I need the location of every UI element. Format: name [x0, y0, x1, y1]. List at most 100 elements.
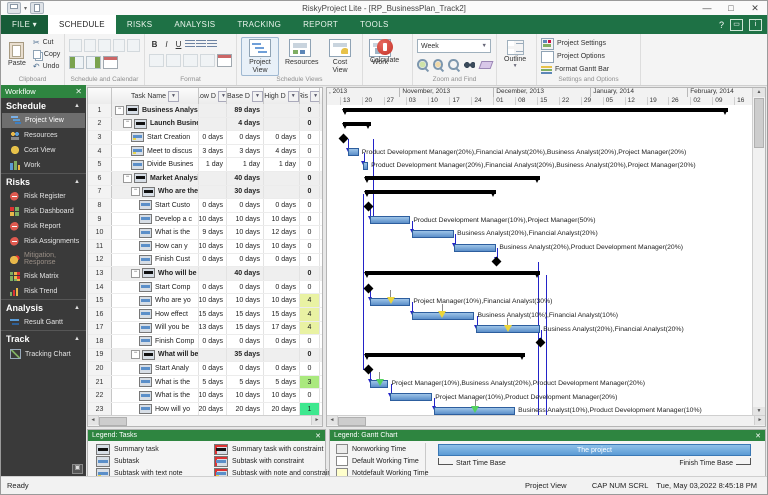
format-gantt-bar-button[interactable]: Format Gantt Bar: [541, 64, 636, 75]
task-name-cell[interactable]: Develop a c: [112, 213, 199, 226]
table-row-16[interactable]: 16How effect15 days15 days15 days4: [88, 308, 322, 322]
calendar-icon[interactable]: [103, 56, 118, 69]
column-header-task-name[interactable]: Task Name▼: [112, 88, 199, 104]
font-color-icon[interactable]: [166, 54, 181, 67]
task-name-cell[interactable]: Start Analy: [112, 362, 199, 375]
indent-task-icon[interactable]: [84, 39, 97, 52]
project-options-button[interactable]: Project Options: [541, 51, 636, 62]
minimize-button[interactable]: —: [695, 1, 719, 15]
task-name-cell[interactable]: Who are yo: [112, 294, 199, 307]
milestone-diamond[interactable]: [363, 365, 373, 375]
filter-caret-icon[interactable]: ▼: [252, 91, 263, 102]
timescale-select[interactable]: Week▼: [417, 39, 491, 53]
column-right-icon[interactable]: [200, 54, 215, 67]
table-row-10[interactable]: 10What is the9 days10 days12 days0: [88, 226, 322, 240]
task-bar[interactable]: [412, 230, 454, 238]
column-header-high-d[interactable]: High D▼: [264, 88, 300, 104]
sidebar-item-work[interactable]: Work: [1, 158, 86, 173]
task-name-cell[interactable]: Will you be: [112, 322, 199, 335]
sidebar-section-header-risks[interactable]: Risks▲: [1, 174, 86, 189]
italic-button[interactable]: I: [161, 39, 172, 50]
table-row-13[interactable]: 13−Who will be y40 days0: [88, 267, 322, 281]
fill-color-icon[interactable]: [149, 54, 164, 67]
sidebar-item-tracking-chart[interactable]: Tracking Chart: [1, 346, 86, 362]
filter-caret-icon[interactable]: ▼: [288, 91, 299, 102]
move-right-icon[interactable]: [86, 56, 101, 69]
align-right-icon[interactable]: [207, 40, 217, 49]
gantt-horizontal-scrollbar[interactable]: ◄ ►: [327, 415, 765, 426]
find-icon[interactable]: [464, 61, 475, 69]
sidebar-item-risk-matrix[interactable]: Risk Matrix: [1, 269, 86, 284]
scroll-right-icon[interactable]: ►: [311, 416, 322, 425]
sidebar-item-risk-report[interactable]: Risk Report: [1, 219, 86, 234]
column-header-base-d[interactable]: Base D▼: [227, 88, 264, 104]
task-name-cell[interactable]: Start Comp: [112, 281, 199, 294]
expand-collapse-icon[interactable]: −: [123, 174, 132, 183]
zoom-in-icon[interactable]: [417, 59, 428, 70]
scroll-up-icon[interactable]: ▲: [753, 88, 765, 97]
sidebar-item-risk-dashboard[interactable]: Risk Dashboard: [1, 204, 86, 219]
monitor-icon[interactable]: ▭: [730, 19, 743, 31]
table-row-2[interactable]: 2−Launch Busines4 days0: [88, 118, 322, 132]
help-button[interactable]: ?: [719, 20, 724, 30]
table-row-11[interactable]: 11How can y10 days10 days10 days0: [88, 240, 322, 254]
task-name-cell[interactable]: How will yo: [112, 403, 199, 416]
summary-bar[interactable]: [365, 176, 540, 180]
copy-button[interactable]: Copy: [33, 49, 60, 60]
milestone-diamond[interactable]: [491, 256, 501, 266]
expand-collapse-icon[interactable]: −: [131, 269, 140, 278]
table-row-21[interactable]: 21What is the5 days5 days5 days3: [88, 376, 322, 390]
task-bar[interactable]: [390, 393, 432, 401]
close-button[interactable]: ✕: [743, 1, 767, 15]
task-name-cell[interactable]: Divide Busines: [112, 158, 199, 171]
summary-bar[interactable]: [365, 271, 540, 275]
sidebar-item-result-gantt[interactable]: Result Gantt: [1, 315, 86, 330]
scroll-right-icon[interactable]: ►: [754, 416, 765, 425]
task-name-cell[interactable]: −Who will be y: [112, 267, 199, 280]
task-bar[interactable]: [454, 244, 496, 252]
sidebar-item-project-view[interactable]: Project View: [2, 113, 85, 128]
sidebar-item-mitigation-response[interactable]: Mitigation, Response: [1, 249, 86, 269]
table-row-1[interactable]: 1−Business Analysis89 days0: [88, 104, 322, 118]
column-header-row-number[interactable]: [88, 88, 112, 104]
table-row-5[interactable]: 5Divide Busines1 day1 day1 day0: [88, 158, 322, 172]
expand-collapse-icon[interactable]: −: [131, 187, 140, 196]
zoom-icon[interactable]: [448, 59, 459, 70]
collapse-caret-icon[interactable]: ▲: [74, 305, 80, 311]
outdent-task-icon[interactable]: [69, 39, 82, 52]
undo-button[interactable]: ↶Undo: [33, 61, 60, 72]
table-row-4[interactable]: 4Meet to discus3 days3 days4 days0: [88, 145, 322, 159]
task-name-cell[interactable]: −Business Analysis: [112, 104, 199, 117]
scroll-left-icon[interactable]: ◄: [88, 416, 99, 425]
sidebar-section-header-analysis[interactable]: Analysis▲: [1, 300, 86, 315]
task-name-cell[interactable]: What is the: [112, 389, 199, 402]
summary-bar[interactable]: [365, 190, 496, 194]
tab-tools[interactable]: TOOLS: [349, 15, 399, 34]
align-left-icon[interactable]: [185, 40, 195, 49]
gantt-chart-area[interactable]: Product Development Manager(20%),Financi…: [327, 105, 753, 416]
task-name-cell[interactable]: Start Custo: [112, 199, 199, 212]
task-name-cell[interactable]: Finish Cust: [112, 254, 199, 267]
resources-button[interactable]: Resources: [281, 37, 319, 69]
collapse-caret-icon[interactable]: ▲: [74, 179, 80, 185]
task-name-cell[interactable]: What is the: [112, 376, 199, 389]
filter-caret-icon[interactable]: ▼: [168, 91, 179, 102]
task-name-cell[interactable]: Start Creation: [112, 131, 199, 144]
project-settings-button[interactable]: Project Settings: [541, 38, 636, 49]
task-bar[interactable]: [363, 162, 368, 170]
maximize-button[interactable]: □: [719, 1, 743, 15]
milestone-diamond[interactable]: [338, 134, 348, 144]
underline-button[interactable]: U: [173, 39, 184, 50]
task-name-cell[interactable]: −Who are the: [112, 186, 199, 199]
table-row-15[interactable]: 15Who are yo10 days10 days10 days4: [88, 294, 322, 308]
sidebar-item-cost-view[interactable]: Cost View: [1, 143, 86, 158]
table-row-3[interactable]: 3Start Creation0 days0 days0 days0: [88, 131, 322, 145]
project-view-button[interactable]: Project View: [241, 37, 279, 76]
table-row-17[interactable]: 17Will you be13 days15 days17 days4: [88, 322, 322, 336]
cost-view-button[interactable]: Cost View: [321, 37, 359, 76]
move-left-icon[interactable]: [69, 56, 84, 69]
task-bar[interactable]: [348, 148, 359, 156]
unlink-tasks-icon[interactable]: [113, 39, 126, 52]
filter-caret-icon[interactable]: ▼: [310, 91, 320, 102]
column-header-low-d[interactable]: Low D▼: [199, 88, 227, 104]
